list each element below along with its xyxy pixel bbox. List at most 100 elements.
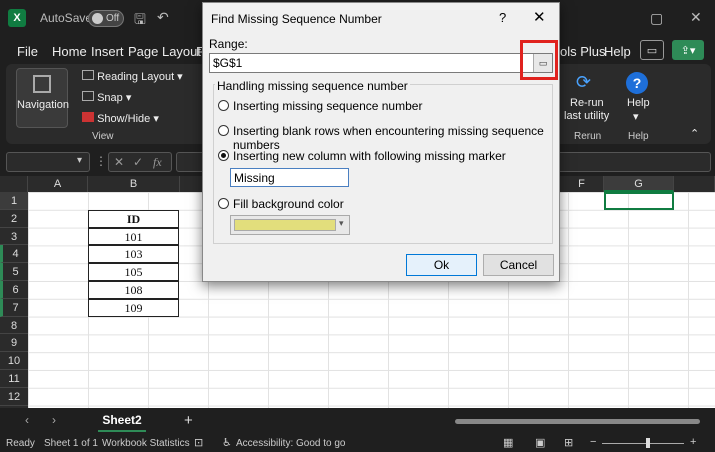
help-dropdown-icon[interactable]: ▾ <box>633 110 639 123</box>
column-header-a[interactable]: A <box>28 176 88 192</box>
save-icon[interactable]: 🖫 <box>134 9 146 33</box>
enter-icon[interactable]: ✓ <box>133 155 143 169</box>
cancel-button[interactable]: Cancel <box>483 254 554 276</box>
page-break-view-icon[interactable]: ⊞ <box>564 436 573 449</box>
row-header-2[interactable]: 2 <box>0 209 28 228</box>
navigation-label: Navigation <box>17 99 69 111</box>
column-header-g[interactable]: G <box>604 176 674 192</box>
menu-kutools-plus[interactable]: ols Plus <box>560 44 606 59</box>
dialog-help-icon[interactable]: ? <box>499 10 506 25</box>
table-header-id[interactable]: ID <box>88 209 179 228</box>
fill-color-picker[interactable]: ▾ <box>230 215 350 235</box>
column-header-h[interactable] <box>674 176 715 192</box>
table-cell[interactable]: 101 <box>88 227 179 246</box>
menu-insert[interactable]: Insert <box>91 44 124 59</box>
option-insert-missing-number[interactable]: Inserting missing sequence number <box>233 99 422 113</box>
snap-button[interactable]: Snap ▾ <box>82 91 131 104</box>
show-hide-label: Show/Hide <box>97 113 151 125</box>
zoom-in-icon[interactable]: + <box>690 436 696 448</box>
snap-label: Snap <box>97 92 123 104</box>
option-insert-new-column[interactable]: Inserting new column with following miss… <box>233 149 506 163</box>
row-header-9[interactable]: 9 <box>0 334 28 353</box>
table-cell[interactable]: 109 <box>88 298 179 317</box>
dialog-title: Find Missing Sequence Number <box>211 12 382 26</box>
range-input[interactable]: $G$1 <box>209 53 553 73</box>
rerun-label-2[interactable]: last utility <box>564 110 609 122</box>
select-all-corner[interactable] <box>0 176 28 192</box>
cancel-icon[interactable]: ✕ <box>114 155 124 169</box>
handling-group-label: Handling missing sequence number <box>215 79 410 93</box>
add-sheet-button[interactable]: + <box>184 412 193 429</box>
collapse-ribbon-icon[interactable]: ⌃ <box>690 127 699 140</box>
row-header-1[interactable]: 1 <box>0 192 28 210</box>
highlight-annotation <box>520 40 558 80</box>
row-header-6[interactable]: 6 <box>0 281 28 299</box>
more-icon: ⋮ <box>95 154 107 168</box>
navigation-icon <box>33 75 51 93</box>
autosave-toggle[interactable]: Off <box>88 10 124 27</box>
option-insert-blank-rows[interactable]: Inserting blank rows when encountering m… <box>233 124 559 152</box>
ok-button[interactable]: Ok <box>406 254 477 276</box>
rerun-label-1[interactable]: Re-run <box>570 97 604 109</box>
horizontal-scrollbar[interactable] <box>455 419 700 424</box>
row-header-4[interactable]: 4 <box>0 245 28 264</box>
menu-page-layout[interactable]: Page Layout <box>128 44 201 59</box>
menu-home[interactable]: Home <box>52 44 87 59</box>
status-accessibility[interactable]: Accessibility: Good to go <box>236 438 346 449</box>
prev-sheet-icon[interactable]: ‹ <box>25 413 29 427</box>
navigation-button[interactable]: Navigation <box>16 68 69 128</box>
page-layout-view-icon[interactable]: ▣ <box>535 436 545 449</box>
show-hide-button[interactable]: Show/Hide ▾ <box>82 112 159 125</box>
row-header-7[interactable]: 7 <box>0 298 28 317</box>
maximize-icon[interactable]: ▢ <box>650 10 663 27</box>
name-box[interactable]: ▾ <box>6 152 90 172</box>
radio-insert-new-column[interactable] <box>218 150 229 161</box>
menu-file[interactable]: File <box>17 44 38 59</box>
reading-layout-button[interactable]: Reading Layout ▾ <box>82 70 183 83</box>
fill-color-swatch <box>234 219 336 231</box>
missing-marker-input[interactable]: Missing <box>230 168 349 187</box>
help-icon[interactable]: ? <box>626 72 648 94</box>
zoom-slider[interactable] <box>602 443 684 444</box>
view-group-label: View <box>92 131 114 142</box>
radio-insert-missing-number[interactable] <box>218 100 229 111</box>
radio-fill-background[interactable] <box>218 198 229 209</box>
row-header-12[interactable]: 12 <box>0 387 28 406</box>
undo-icon[interactable]: ↶ <box>157 9 169 26</box>
color-dropdown-icon: ▾ <box>339 218 344 228</box>
row-header-8[interactable]: 8 <box>0 316 28 335</box>
radio-insert-blank-rows[interactable] <box>218 125 229 136</box>
column-header-b[interactable]: B <box>88 176 180 192</box>
toggle-state: Off <box>106 13 120 24</box>
status-workbook-stats[interactable]: Workbook Statistics <box>102 438 190 449</box>
help-button-label[interactable]: Help <box>627 97 650 109</box>
normal-view-icon[interactable]: ▦ <box>503 436 513 449</box>
zoom-out-icon[interactable]: − <box>590 436 596 448</box>
autosave-label: AutoSave <box>40 11 93 25</box>
fx-icon[interactable]: fx <box>153 155 162 170</box>
range-label: Range: <box>209 37 248 51</box>
column-header-f[interactable]: F <box>560 176 604 192</box>
comments-icon[interactable]: ▭ <box>640 40 664 60</box>
table-cell[interactable]: 103 <box>88 245 179 264</box>
table-cell[interactable]: 105 <box>88 263 179 281</box>
formula-actions[interactable]: ✕ ✓ fx <box>108 152 172 172</box>
row-header-11[interactable]: 11 <box>0 370 28 388</box>
share-icon[interactable]: ⇪▾ <box>672 40 704 60</box>
option-fill-background[interactable]: Fill background color <box>233 197 344 211</box>
snap-icon <box>82 91 94 101</box>
window-close-icon[interactable]: ✕ <box>690 9 702 26</box>
dialog-close-icon[interactable]: ✕ <box>533 8 546 26</box>
row-header-5[interactable]: 5 <box>0 263 28 281</box>
menu-help[interactable]: Help <box>604 44 631 59</box>
row-header-3[interactable]: 3 <box>0 227 28 246</box>
accessibility-icon[interactable]: ♿ <box>222 436 232 449</box>
macro-icon[interactable]: ⊡ <box>194 436 203 449</box>
rerun-icon[interactable]: ⟳ <box>576 72 591 93</box>
zoom-slider-thumb[interactable] <box>646 438 650 448</box>
sheet-tab-sheet2[interactable]: Sheet2 <box>98 410 146 432</box>
selected-cell-g1[interactable] <box>604 192 674 210</box>
row-header-10[interactable]: 10 <box>0 352 28 370</box>
next-sheet-icon[interactable]: › <box>52 413 56 427</box>
table-cell[interactable]: 108 <box>88 281 179 299</box>
